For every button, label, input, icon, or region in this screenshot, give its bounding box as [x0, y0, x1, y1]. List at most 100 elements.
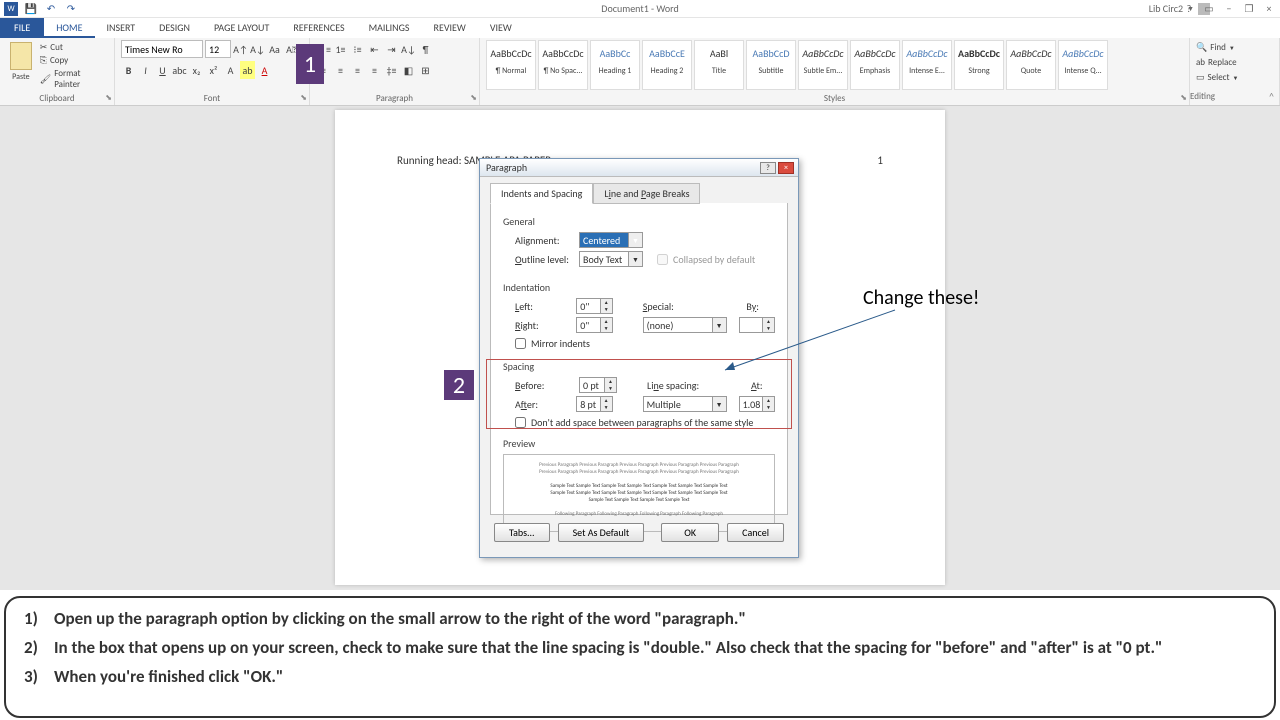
highlight-button[interactable]: ab — [240, 61, 255, 79]
grow-font-button[interactable]: A↑ — [233, 40, 248, 58]
change-case-button[interactable]: Aa — [267, 40, 282, 58]
style-item[interactable]: AaBbCcDc¶ Normal — [486, 40, 536, 90]
numbering-button[interactable]: 1≡ — [333, 40, 348, 58]
decrease-indent-button[interactable]: ⇤ — [367, 40, 382, 58]
ok-button[interactable]: OK — [661, 523, 719, 542]
select-button[interactable]: ▭Select▼ — [1196, 70, 1273, 85]
left-indent-label: Left: — [515, 300, 570, 313]
show-marks-button[interactable]: ¶ — [418, 40, 433, 58]
copy-button[interactable]: ⎘Copy — [40, 55, 108, 66]
increase-indent-button[interactable]: ⇥ — [384, 40, 399, 58]
close-button[interactable]: × — [1262, 2, 1276, 15]
redo-icon[interactable]: ↷ — [64, 2, 78, 16]
outline-select[interactable]: Body Text▼ — [579, 251, 643, 267]
tab-insert[interactable]: INSERT — [95, 18, 148, 38]
alignment-select[interactable]: Centered▼ — [579, 232, 643, 248]
left-indent-spinner[interactable]: 0"▲▼ — [576, 298, 612, 314]
editing-group: 🔍Find▼ abReplace ▭Select▼ Editing — [1190, 38, 1280, 105]
style-item[interactable]: AaBbCcDcEmphasis — [850, 40, 900, 90]
tab-indents-spacing[interactable]: Indents and Spacing — [490, 183, 593, 204]
strike-button[interactable]: abc — [172, 61, 187, 79]
subscript-button[interactable]: x₂ — [189, 61, 204, 79]
shrink-font-button[interactable]: A↓ — [250, 40, 265, 58]
dialog-help-button[interactable]: ? — [760, 162, 776, 174]
underline-button[interactable]: U — [155, 61, 170, 79]
dialog-close-button[interactable]: × — [778, 162, 794, 174]
line-spacing-button[interactable]: ‡≡ — [384, 61, 399, 79]
style-item[interactable]: AaBbCcDc¶ No Spac... — [538, 40, 588, 90]
minimize-button[interactable]: − — [1222, 2, 1236, 15]
document-title: Document1 - Word — [601, 2, 678, 15]
set-default-button[interactable]: Set As Default — [558, 523, 645, 542]
tab-line-page-breaks[interactable]: Line and Page Breaks — [593, 183, 700, 204]
tab-home[interactable]: HOME — [44, 18, 94, 38]
save-icon[interactable]: 💾 — [24, 2, 38, 16]
sort-button[interactable]: A↓ — [401, 40, 416, 58]
font-group: A↑ A↓ Aa A⃠ B I U abc x₂ x² A ab A Font … — [115, 38, 310, 105]
instructions-box: 1)Open up the paragraph option by clicki… — [4, 596, 1276, 718]
collapse-ribbon-button[interactable]: ^ — [1269, 90, 1274, 103]
mirror-indents-checkbox[interactable] — [515, 338, 526, 349]
style-item[interactable]: AaBbCcHeading 1 — [590, 40, 640, 90]
format-painter-button[interactable]: 🖌Format Painter — [40, 68, 108, 90]
paragraph-launcher[interactable]: ⬊ — [470, 93, 477, 103]
italic-button[interactable]: I — [138, 61, 153, 79]
style-item[interactable]: AaBbCcDcSubtle Em... — [798, 40, 848, 90]
help-icon[interactable]: ? — [1182, 2, 1196, 15]
font-name-select[interactable] — [121, 40, 203, 58]
style-item[interactable]: AaBbCcDcStrong — [954, 40, 1004, 90]
paste-button[interactable]: Paste — [6, 40, 36, 90]
shading-button[interactable]: ◧ — [401, 61, 416, 79]
instruction-1: Open up the paragraph option by clicking… — [54, 608, 1256, 629]
after-label: After: — [515, 398, 570, 411]
justify-button[interactable]: ≡ — [367, 61, 382, 79]
special-select[interactable]: (none)▼ — [643, 317, 727, 333]
bold-button[interactable]: B — [121, 61, 136, 79]
restore-button[interactable]: ❐ — [1242, 2, 1256, 15]
find-button[interactable]: 🔍Find▼ — [1196, 40, 1273, 55]
style-item[interactable]: AaBlTitle — [694, 40, 744, 90]
font-size-select[interactable] — [205, 40, 231, 58]
tab-design[interactable]: DESIGN — [147, 18, 202, 38]
after-spinner[interactable]: 8 pt▲▼ — [576, 396, 612, 412]
page-number: 1 — [877, 154, 883, 167]
superscript-button[interactable]: x² — [206, 61, 221, 79]
clipboard-launcher[interactable]: ⬊ — [105, 93, 112, 103]
tab-references[interactable]: REFERENCES — [281, 18, 356, 38]
paste-icon — [10, 42, 32, 70]
tab-mailings[interactable]: MAILINGS — [357, 18, 422, 38]
tabs-button[interactable]: Tabs... — [494, 523, 550, 542]
instruction-2: In the box that opens up on your screen,… — [54, 637, 1256, 658]
dialog-titlebar[interactable]: Paragraph ? × — [480, 159, 798, 177]
tab-view[interactable]: VIEW — [478, 18, 524, 38]
cut-button[interactable]: ✂Cut — [40, 42, 108, 53]
undo-icon[interactable]: ↶ — [44, 2, 58, 16]
style-item[interactable]: AaBbCcDSubtitle — [746, 40, 796, 90]
tab-file[interactable]: FILE — [0, 18, 44, 38]
styles-launcher[interactable]: ⬊ — [1180, 93, 1187, 103]
borders-button[interactable]: ⊞ — [418, 61, 433, 79]
style-item[interactable]: AaBbCcDcIntense E... — [902, 40, 952, 90]
ribbon-display-icon[interactable]: ▭ — [1202, 2, 1216, 15]
style-item[interactable]: AaBbCcEHeading 2 — [642, 40, 692, 90]
tab-review[interactable]: REVIEW — [422, 18, 478, 38]
align-right-button[interactable]: ≡ — [350, 61, 365, 79]
before-spinner[interactable]: 0 pt▲▼ — [579, 377, 617, 393]
multilevel-button[interactable]: ⁝≡ — [350, 40, 365, 58]
replace-button[interactable]: abReplace — [1196, 55, 1273, 70]
dont-add-space-checkbox[interactable] — [515, 417, 526, 428]
line-spacing-select[interactable]: Multiple▼ — [643, 396, 727, 412]
text-effects-button[interactable]: A — [223, 61, 238, 79]
at-spinner[interactable]: 1.08▲▼ — [739, 396, 775, 412]
font-label: Font — [115, 93, 309, 104]
font-launcher[interactable]: ⬊ — [300, 93, 307, 103]
by-spinner[interactable]: ▲▼ — [739, 317, 775, 333]
right-indent-spinner[interactable]: 0"▲▼ — [576, 317, 612, 333]
style-item[interactable]: AaBbCcDcQuote — [1006, 40, 1056, 90]
cancel-button[interactable]: Cancel — [727, 523, 784, 542]
at-label: At: — [751, 379, 771, 392]
style-item[interactable]: AaBbCcDcIntense Q... — [1058, 40, 1108, 90]
tab-page-layout[interactable]: PAGE LAYOUT — [202, 18, 281, 38]
align-center-button[interactable]: ≡ — [333, 61, 348, 79]
font-color-button[interactable]: A — [257, 61, 272, 79]
